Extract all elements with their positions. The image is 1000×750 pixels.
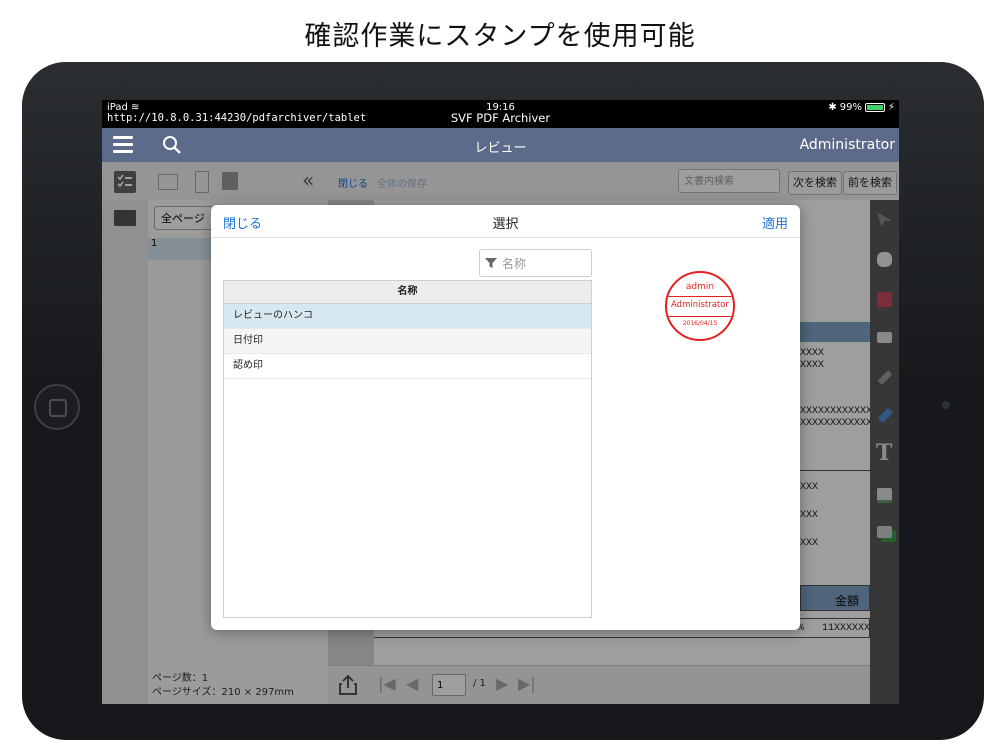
stamp-list-table: 名称 レビューのハンコ 日付印 認め印 [223, 280, 592, 618]
battery-icon [864, 103, 885, 112]
promo-caption: 確認作業にスタンプを使用可能 [304, 21, 696, 52]
battery-fill [866, 105, 883, 110]
dialog-header: 閉じる 選択 適用 [211, 205, 800, 238]
stamp-row-review[interactable]: レビューのハンコ [224, 304, 591, 329]
stamp-middle-text: Administrator [671, 300, 729, 310]
stamp-preview: admin Administrator 2016/04/15 [665, 271, 735, 341]
column-header-name: 名称 [224, 281, 591, 304]
filter-placeholder: 名称 [502, 256, 527, 271]
page-title: レビュー [474, 141, 527, 156]
charging-icon: ⚡ [887, 102, 895, 113]
battery-percent: 99% [839, 102, 862, 113]
nav-bar: レビュー Administrator [102, 128, 899, 162]
filter-icon [485, 258, 497, 268]
stamp-date-text: 2016/04/15 [682, 320, 718, 327]
dialog-title: 選択 [492, 217, 519, 232]
url-text: http://10.8.0.31:44230/pdfarchiver/table… [107, 112, 367, 124]
dialog-apply-button[interactable]: 適用 [762, 213, 788, 232]
stamp-row-date[interactable]: 日付印 [224, 329, 591, 354]
stamp-select-dialog: 閉じる 選択 適用 名称 名称 レビューのハンコ 日付印 認め印 admin A… [211, 205, 800, 630]
screen: iPad ≋ http://10.8.0.31:44230/pdfarchive… [102, 100, 899, 704]
home-button[interactable] [34, 384, 80, 430]
status-bar: iPad ≋ http://10.8.0.31:44230/pdfarchive… [102, 100, 899, 128]
dialog-close-button[interactable]: 閉じる [223, 213, 262, 232]
camera-icon [942, 401, 950, 409]
user-name[interactable]: Administrator [800, 137, 895, 153]
stamp-top-text: admin [685, 282, 715, 292]
stamp-row-approval[interactable]: 認め印 [224, 354, 591, 379]
ipad-device-frame: iPad ≋ http://10.8.0.31:44230/pdfarchive… [22, 62, 984, 740]
name-filter-input[interactable]: 名称 [479, 249, 592, 277]
bluetooth-icon: ✱ [828, 102, 837, 113]
